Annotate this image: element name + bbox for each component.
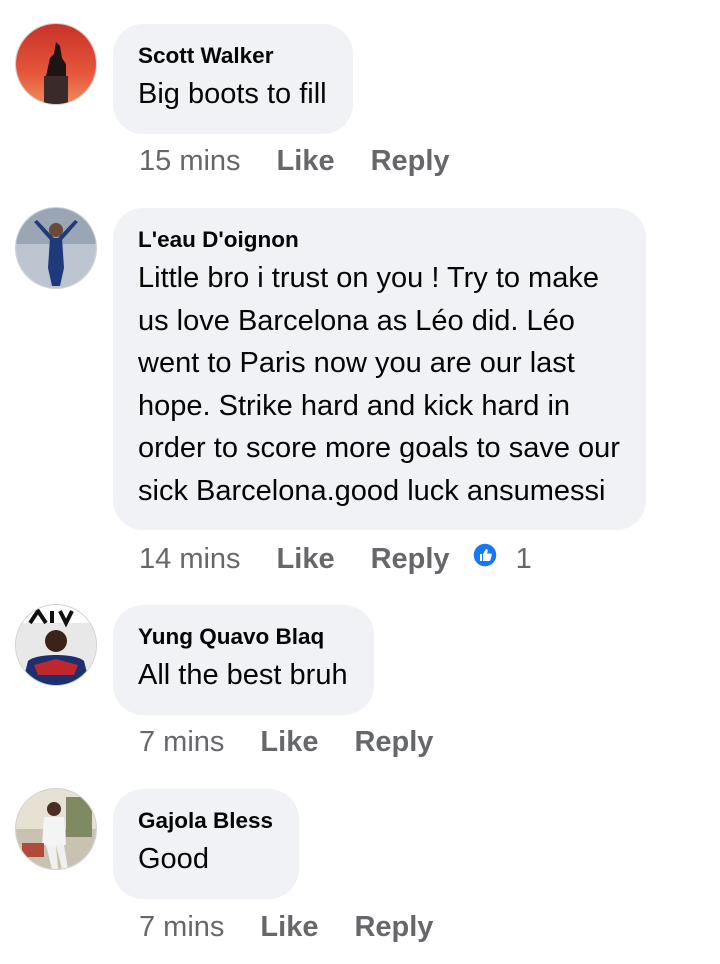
avatar[interactable] xyxy=(16,789,96,869)
reply-button[interactable]: Reply xyxy=(371,543,450,576)
comment-author[interactable]: Yung Quavo Blaq xyxy=(138,623,348,651)
comment-actions: 15 mins Like Reply xyxy=(139,145,486,178)
comment-author[interactable]: L'eau D'oignon xyxy=(138,226,620,254)
comment-actions: 7 mins Like Reply xyxy=(139,911,469,944)
comment-time[interactable]: 7 mins xyxy=(139,911,224,944)
comment-bubble: L'eau D'oignon Little bro i trust on you… xyxy=(113,208,646,530)
reaction-summary[interactable]: 1 xyxy=(471,542,532,576)
comment-time[interactable]: 15 mins xyxy=(139,145,241,178)
like-button[interactable]: Like xyxy=(277,543,335,576)
avatar[interactable] xyxy=(16,24,96,104)
like-reaction-icon xyxy=(471,542,498,576)
comment-actions: 7 mins Like Reply xyxy=(139,726,469,759)
comment-text: Little bro i trust on you ! Try to make … xyxy=(138,262,620,507)
comment-text: All the best bruh xyxy=(138,659,348,691)
like-button[interactable]: Like xyxy=(260,726,318,759)
comment-actions: 14 mins Like Reply 1 xyxy=(139,542,532,576)
reply-button[interactable]: Reply xyxy=(354,726,433,759)
like-button[interactable]: Like xyxy=(277,145,335,178)
comment-text: Big boots to fill xyxy=(138,78,327,110)
reply-button[interactable]: Reply xyxy=(354,911,433,944)
comment-text: Good xyxy=(138,843,209,875)
comment-bubble: Yung Quavo Blaq All the best bruh xyxy=(113,605,374,715)
avatar[interactable] xyxy=(16,605,96,685)
reply-button[interactable]: Reply xyxy=(371,145,450,178)
comment-bubble: Gajola Bless Good xyxy=(113,789,300,899)
like-button[interactable]: Like xyxy=(260,911,318,944)
comment-time[interactable]: 7 mins xyxy=(139,726,224,759)
comment-time[interactable]: 14 mins xyxy=(139,543,241,576)
reaction-count: 1 xyxy=(515,542,532,575)
avatar[interactable] xyxy=(16,208,96,288)
comment-author[interactable]: Gajola Bless xyxy=(138,807,273,835)
comment-author[interactable]: Scott Walker xyxy=(138,42,327,70)
comment-bubble: Scott Walker Big boots to fill xyxy=(113,24,353,134)
